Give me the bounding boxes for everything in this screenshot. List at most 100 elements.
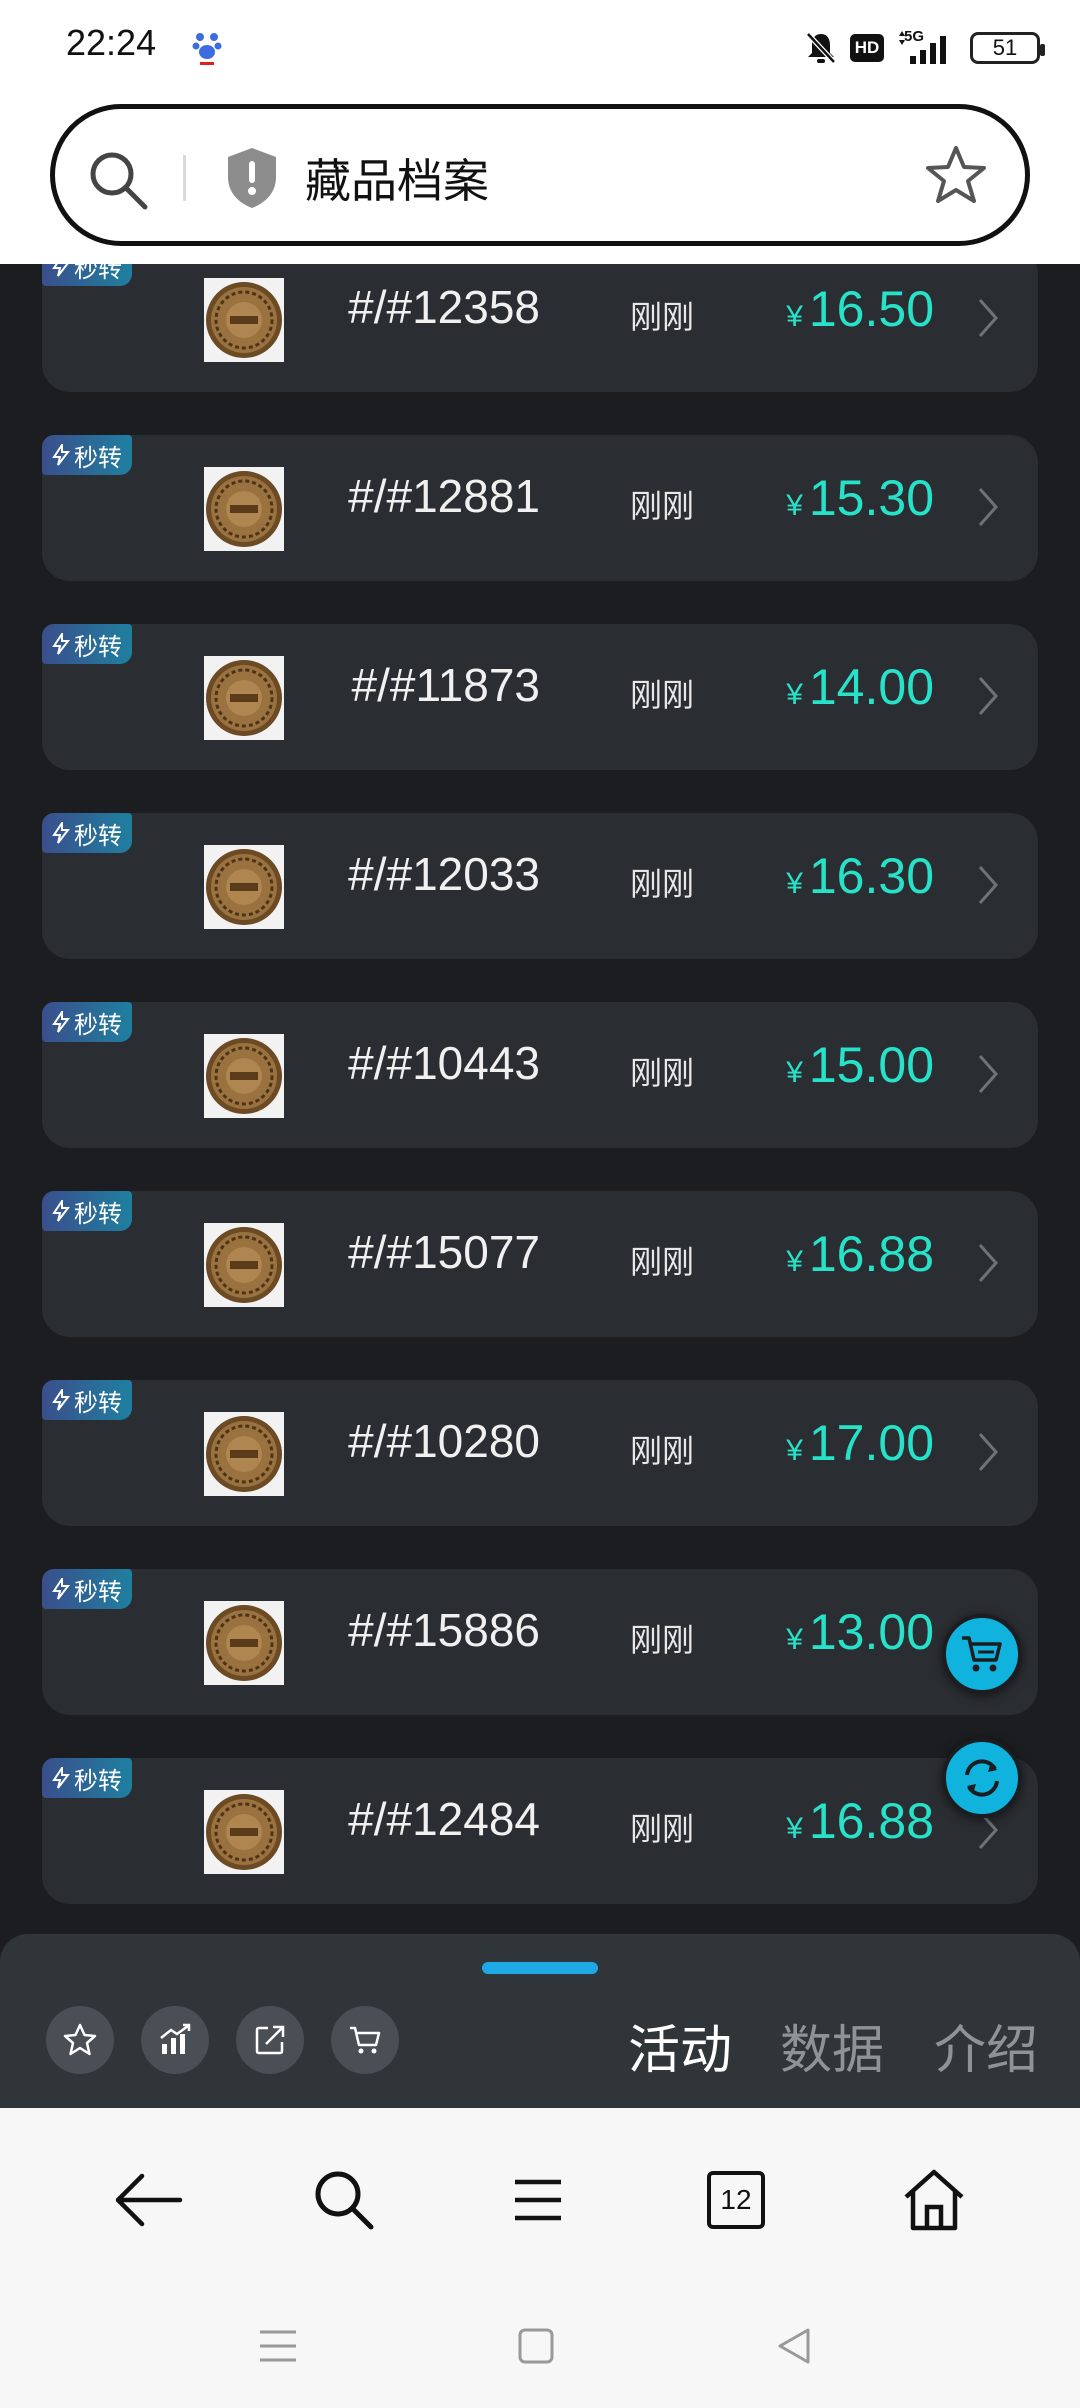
tab-intro[interactable]: 介绍 (934, 2008, 1038, 2083)
badge-label: 秒转 (74, 264, 122, 283)
network-label: 5G (904, 28, 925, 45)
status-bar: 22:24 HD 5G 51 (0, 0, 1080, 96)
coin-image (206, 471, 282, 547)
price-amount: 16.88 (808, 1793, 934, 1849)
coin-thumbnail (204, 845, 284, 929)
search-icon[interactable] (85, 147, 151, 217)
favorite-button[interactable] (46, 2006, 114, 2074)
coin-thumbnail (204, 1223, 284, 1307)
chevron-right-icon (976, 861, 1000, 913)
menu-button[interactable] (498, 2160, 578, 2240)
list-item[interactable]: 秒转 #/#12358 刚刚 ¥16.50 (42, 264, 1038, 392)
back-button[interactable] (108, 2160, 188, 2240)
chart-button[interactable] (141, 2006, 209, 2074)
coin-thumbnail (204, 1412, 284, 1496)
cart-icon (962, 1636, 1002, 1672)
listing-time: 刚刚 (630, 1810, 695, 1848)
badge-label: 秒转 (74, 443, 122, 472)
badge-label: 秒转 (74, 1388, 122, 1417)
price: ¥15.00 (786, 1036, 934, 1094)
badge-label: 秒转 (74, 1010, 122, 1039)
lightning-icon (52, 822, 70, 844)
coin-image (206, 660, 282, 736)
cart-float-button[interactable] (942, 1614, 1022, 1694)
status-time: 22:24 (66, 22, 157, 63)
instant-transfer-badge: 秒转 (42, 624, 132, 664)
address-divider (183, 155, 186, 201)
battery-level: 51 (992, 35, 1018, 60)
tabs-button[interactable]: 12 (696, 2160, 776, 2240)
badge-label: 秒转 (74, 1199, 122, 1228)
list-item[interactable]: 秒转 #/#12484 刚刚 ¥16.88 (42, 1758, 1038, 1904)
bottom-action-panel: 活动 数据 介绍 (0, 1934, 1080, 2108)
chevron-right-icon (976, 1050, 1000, 1102)
tab-data[interactable]: 数据 (780, 2008, 884, 2083)
share-button[interactable] (236, 2006, 304, 2074)
security-shield-icon[interactable] (223, 145, 281, 215)
system-nav-bar (0, 2278, 1080, 2408)
currency-symbol: ¥ (786, 1812, 803, 1845)
currency-symbol: ¥ (786, 1245, 803, 1278)
bookmark-star-icon[interactable] (923, 143, 989, 213)
list-item[interactable]: 秒转 #/#15886 刚刚 ¥13.00 (42, 1569, 1038, 1715)
serial-number: #/#12484 (348, 1793, 540, 1845)
list-item[interactable]: 秒转 #/#10443 刚刚 ¥15.00 (42, 1002, 1038, 1148)
recent-apps-button[interactable] (248, 2316, 308, 2376)
lightning-icon (52, 444, 70, 466)
search-button[interactable] (304, 2160, 384, 2240)
instant-transfer-badge: 秒转 (42, 813, 132, 853)
instant-transfer-badge: 秒转 (42, 264, 132, 286)
tab-activity[interactable]: 活动 (628, 2008, 732, 2083)
price-amount: 16.88 (808, 1226, 934, 1282)
badge-label: 秒转 (74, 1766, 122, 1795)
list-item[interactable]: 秒转 #/#12881 刚刚 ¥15.30 (42, 435, 1038, 581)
list-item[interactable]: 秒转 #/#15077 刚刚 ¥16.88 (42, 1191, 1038, 1337)
coin-thumbnail (204, 1790, 284, 1874)
lightning-icon (52, 264, 69, 277)
listing-time: 刚刚 (630, 487, 695, 525)
currency-symbol: ¥ (786, 678, 803, 711)
currency-symbol: ¥ (786, 1623, 803, 1656)
coin-image (206, 1038, 282, 1114)
lightning-icon (52, 1389, 70, 1411)
collection-list: 秒转 #/#12358 刚刚 ¥16.50 秒转 #/#12881 刚刚 ¥15… (0, 264, 1080, 1934)
listing-time: 刚刚 (630, 298, 695, 336)
list-item[interactable]: 秒转 #/#12033 刚刚 ¥16.30 (42, 813, 1038, 959)
browser-top-bar: 藏品档案 (0, 96, 1080, 264)
list-item[interactable]: 秒转 #/#10280 刚刚 ¥17.00 (42, 1380, 1038, 1526)
cart-icon (350, 2026, 381, 2054)
hd-icon: HD (850, 34, 884, 62)
chevron-right-icon (976, 1428, 1000, 1480)
cart-button[interactable] (331, 2006, 399, 2074)
lightning-icon (52, 1578, 70, 1600)
refresh-float-button[interactable] (942, 1738, 1022, 1818)
drag-handle[interactable] (482, 1962, 598, 1974)
chevron-right-icon (976, 294, 1000, 346)
serial-number: #/#12033 (348, 848, 540, 900)
price-amount: 15.30 (808, 470, 934, 526)
system-back-button[interactable] (764, 2316, 824, 2376)
list-item[interactable]: 秒转 #/#11873 刚刚 ¥14.00 (42, 624, 1038, 770)
system-home-button[interactable] (506, 2316, 566, 2376)
price: ¥16.88 (786, 1225, 934, 1283)
page-title[interactable]: 藏品档案 (305, 145, 489, 211)
address-bar[interactable]: 藏品档案 (50, 104, 1030, 246)
home-button[interactable] (894, 2160, 974, 2240)
listing-time: 刚刚 (630, 865, 695, 903)
star-icon (63, 2023, 97, 2056)
serial-number: #/#15886 (348, 1604, 540, 1656)
price: ¥16.50 (786, 280, 934, 338)
instant-transfer-badge: 秒转 (42, 1380, 132, 1420)
chart-icon (160, 2023, 191, 2054)
coin-image (206, 1416, 282, 1492)
price-amount: 17.00 (808, 1415, 934, 1471)
price-amount: 16.50 (808, 281, 934, 337)
menu-icon (515, 2179, 561, 2221)
serial-number: #/#15077 (348, 1226, 540, 1278)
coin-image (206, 849, 282, 925)
coin-image (206, 1605, 282, 1681)
badge-label: 秒转 (74, 1577, 122, 1606)
serial-number: #/#12881 (348, 470, 540, 522)
coin-image (206, 1794, 282, 1870)
serial-number: #/#10280 (348, 1415, 540, 1467)
